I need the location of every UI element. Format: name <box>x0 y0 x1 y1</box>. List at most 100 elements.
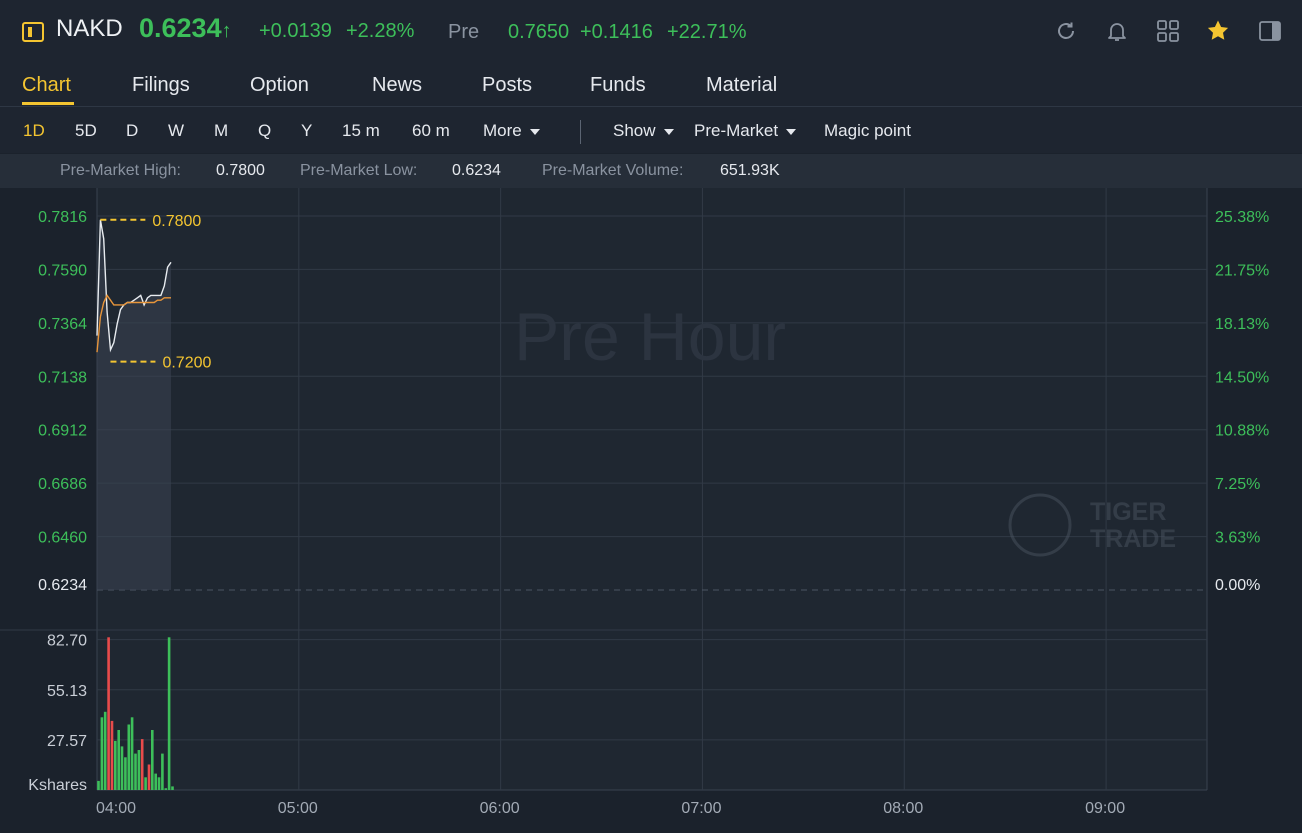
tab-filings[interactable]: Filings <box>132 74 190 97</box>
period-y[interactable]: Y <box>301 121 312 141</box>
volume-bar <box>171 786 174 790</box>
tab-posts[interactable]: Posts <box>482 74 532 97</box>
pre-market-volume-value: 651.93K <box>720 162 780 179</box>
x-tick-label: 08:00 <box>883 800 923 817</box>
volume-bar <box>107 637 110 790</box>
stock-badge-icon <box>22 22 44 42</box>
toolbar-divider <box>580 120 581 144</box>
refresh-icon[interactable] <box>1053 18 1079 44</box>
y-tick-label-price: 0.6686 <box>38 476 87 493</box>
chevron-down-icon <box>786 128 797 135</box>
volume-bar <box>137 750 141 790</box>
more-dropdown[interactable]: More <box>483 121 540 141</box>
period-60m[interactable]: 60 m <box>412 121 450 141</box>
volume-bar <box>161 753 164 790</box>
y-tick-label-percent: 7.25% <box>1215 476 1260 493</box>
volume-bar <box>127 724 131 790</box>
price-up-arrow-icon: ↑ <box>221 20 232 42</box>
y-tick-label-price: 0.6912 <box>38 423 87 440</box>
volume-y-tick-label: 55.13 <box>47 683 87 700</box>
volume-bar <box>120 746 124 790</box>
intraday-chart[interactable]: 04:00 05:00 06:00 07:00 08:00 09:00 0.7816 25.3… <box>0 188 1302 833</box>
y-tick-label-price: 0.7138 <box>38 369 87 386</box>
y-tick-label-price: 0.6234 <box>38 577 87 594</box>
volume-bar <box>97 780 100 790</box>
tiger-trade-watermark-text: TIGER <box>1090 498 1166 526</box>
y-tick-label-percent: 0.00% <box>1215 577 1260 594</box>
volume-bar <box>130 717 134 790</box>
pre-market-change-percent: +22.71% <box>667 21 747 43</box>
tab-option[interactable]: Option <box>250 74 309 97</box>
quote-header: NAKD 0.6234↑ +0.0139 +2.28% Pre 0.7650 +… <box>0 0 1302 62</box>
volume-bar <box>124 757 127 790</box>
tab-bar: Chart Filings Option News Posts Funds Ma… <box>0 62 1302 107</box>
volume-bar <box>103 711 107 790</box>
pre-market-high-label: Pre-Market High: <box>60 162 181 179</box>
volume-bar <box>151 730 154 790</box>
bell-icon[interactable] <box>1104 18 1130 44</box>
y-tick-label-price: 0.6460 <box>38 530 87 547</box>
price-change: +0.0139 <box>259 20 332 42</box>
period-d[interactable]: D <box>126 121 138 141</box>
show-label: Show <box>613 121 656 140</box>
x-tick-label: 06:00 <box>480 800 520 817</box>
tab-funds[interactable]: Funds <box>590 74 646 97</box>
ticker-symbol: NAKD <box>56 15 123 42</box>
last-price-value: 0.6234 <box>139 13 222 43</box>
pre-market-change: +0.1416 <box>580 21 653 43</box>
y-tick-label-percent: 3.63% <box>1215 530 1260 547</box>
period-15m[interactable]: 15 m <box>342 121 380 141</box>
y-tick-label-percent: 21.75% <box>1215 262 1269 279</box>
session-label: Pre <box>448 21 480 43</box>
y-tick-label-percent: 18.13% <box>1215 316 1269 333</box>
volume-bar <box>140 739 144 790</box>
volume-bar <box>147 764 151 790</box>
tab-news[interactable]: News <box>372 74 422 97</box>
period-5d[interactable]: 5D <box>75 121 97 141</box>
chart-toolbar: 1D 5D D W M Q Y 15 m 60 m More Show Pre-… <box>0 107 1302 153</box>
chevron-down-icon <box>529 128 540 135</box>
x-tick-label: 05:00 <box>278 800 318 817</box>
y-tick-label-percent: 10.88% <box>1215 423 1269 440</box>
low-marker-label: 0.7200 <box>162 355 211 372</box>
volume-unit-label: Kshares <box>28 777 87 794</box>
volume-bar <box>167 637 171 790</box>
x-tick-label: 04:00 <box>96 800 136 817</box>
show-dropdown[interactable]: Show <box>613 121 674 141</box>
y-tick-label-price: 0.7816 <box>38 209 87 226</box>
volume-bar <box>157 777 161 790</box>
chevron-down-icon <box>663 128 674 135</box>
pre-market-stats-bar: Pre-Market High: 0.7800 Pre-Market Low: … <box>0 154 1302 188</box>
pre-market-volume-label: Pre-Market Volume: <box>542 162 684 179</box>
volume-bar <box>164 788 168 790</box>
volume-bar <box>144 777 147 790</box>
grid-icon[interactable] <box>1155 18 1181 44</box>
volume-bar <box>117 730 120 790</box>
session-select-label: Pre-Market <box>694 121 779 140</box>
tab-material[interactable]: Material <box>706 74 777 97</box>
panel-icon[interactable] <box>1257 18 1283 44</box>
volume-bar <box>110 720 114 790</box>
session-dropdown[interactable]: Pre-Market <box>694 121 797 141</box>
x-tick-label: 07:00 <box>681 800 721 817</box>
period-q[interactable]: Q <box>258 121 271 141</box>
high-marker-label: 0.7800 <box>152 213 201 230</box>
period-m[interactable]: M <box>214 121 228 141</box>
period-w[interactable]: W <box>168 121 184 141</box>
y-tick-label-percent: 25.38% <box>1215 209 1269 226</box>
volume-bar <box>154 773 157 790</box>
pre-market-price: 0.7650 <box>508 21 570 43</box>
y-tick-label-price: 0.7364 <box>38 316 87 333</box>
star-icon[interactable] <box>1205 18 1231 44</box>
pre-market-low-value: 0.6234 <box>452 162 501 179</box>
tab-chart[interactable]: Chart <box>22 74 71 97</box>
pre-market-high-value: 0.7800 <box>216 162 265 179</box>
period-1d[interactable]: 1D <box>23 121 45 141</box>
volume-bar <box>134 753 137 790</box>
magic-point-button[interactable]: Magic point <box>824 121 911 141</box>
x-tick-label: 09:00 <box>1085 800 1125 817</box>
price-change-percent: +2.28% <box>346 20 415 42</box>
tiger-trade-watermark-text: TRADE <box>1090 525 1176 553</box>
last-price: 0.6234↑ <box>139 13 232 44</box>
active-tab-indicator <box>22 102 74 105</box>
